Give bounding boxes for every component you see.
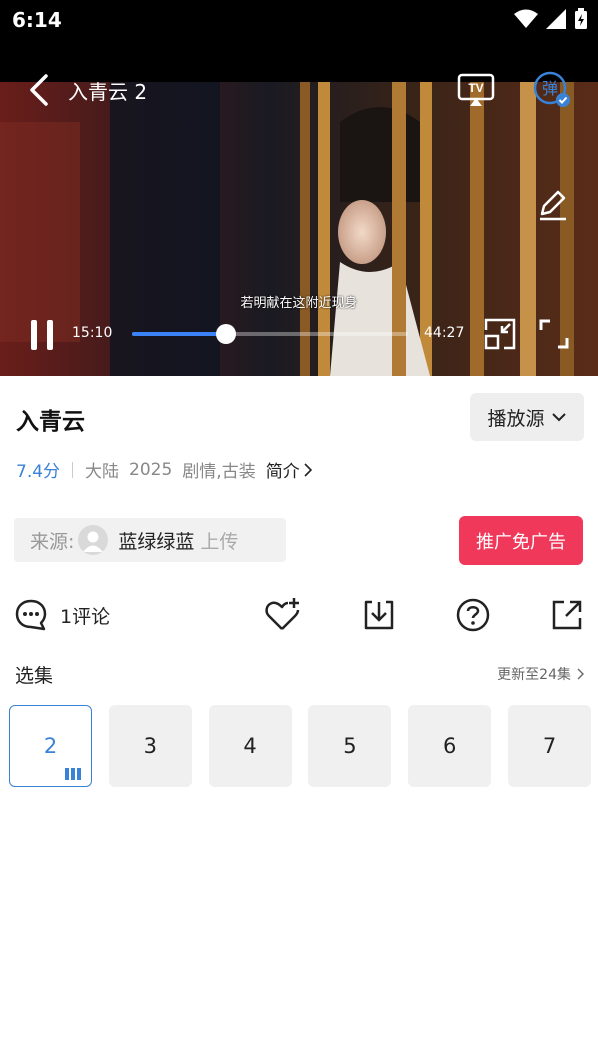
episode-item[interactable]: 3 bbox=[108, 705, 192, 787]
all-episodes-link[interactable]: 更新至24集 bbox=[497, 664, 584, 684]
share-button[interactable] bbox=[550, 594, 584, 636]
intro-label: 简介 bbox=[265, 462, 300, 482]
chevron-right-icon bbox=[577, 668, 584, 680]
comment-count: 1评论 bbox=[60, 605, 111, 628]
uploader-suffix: 上传 bbox=[200, 530, 239, 553]
show-title: 入青云 bbox=[16, 409, 85, 435]
cellular-signal-icon bbox=[546, 9, 566, 29]
battery-charging-icon bbox=[575, 8, 587, 29]
intro-link[interactable]: 简介 bbox=[266, 457, 312, 482]
play-source-label: 播放源 bbox=[487, 407, 545, 430]
tv-cast-icon: TV bbox=[457, 73, 495, 106]
fullscreen-button[interactable] bbox=[538, 318, 570, 350]
fullscreen-icon bbox=[539, 319, 569, 349]
genres: 剧情,古装 bbox=[182, 462, 256, 482]
episode-number: 4 bbox=[243, 734, 257, 758]
svg-text:TV: TV bbox=[468, 81, 483, 95]
action-bar: 1评论 bbox=[0, 594, 598, 636]
region: 大陆 bbox=[85, 462, 120, 482]
cast-tv-button[interactable]: TV bbox=[456, 72, 496, 108]
playing-indicator-icon bbox=[65, 768, 81, 780]
pause-icon bbox=[31, 320, 53, 350]
current-time: 15:10 bbox=[72, 325, 113, 341]
progress-thumb[interactable] bbox=[215, 324, 236, 344]
download-button[interactable] bbox=[361, 594, 397, 636]
meta-divider bbox=[72, 461, 74, 478]
total-time: 44:27 bbox=[424, 325, 465, 341]
chevron-down-icon bbox=[551, 413, 566, 422]
episode-item[interactable]: 5 bbox=[308, 705, 392, 787]
episodes-header: 选集 bbox=[15, 665, 54, 687]
pip-button[interactable] bbox=[484, 318, 516, 350]
svg-text:弹: 弹 bbox=[542, 79, 558, 98]
comment-button[interactable]: 1评论 bbox=[14, 594, 110, 636]
danmu-icon: 弹 bbox=[533, 71, 570, 107]
episode-item[interactable]: 6 bbox=[408, 705, 492, 787]
help-button[interactable] bbox=[455, 594, 491, 636]
user-avatar-icon bbox=[83, 531, 104, 552]
play-source-button[interactable]: 播放源 bbox=[470, 393, 584, 441]
video-subtitle: 若明献在这附近现身 bbox=[240, 296, 358, 311]
share-icon bbox=[552, 600, 582, 630]
question-icon bbox=[456, 598, 490, 632]
status-bar: 6:14 bbox=[0, 0, 598, 40]
status-time: 6:14 bbox=[12, 8, 62, 32]
favorite-button[interactable] bbox=[264, 594, 302, 636]
episode-item[interactable]: 4 bbox=[208, 705, 292, 787]
show-meta: 7.4分 大陆 2025 剧情,古装 简介 bbox=[16, 457, 312, 482]
episode-list: 2 3 4 5 6 7 bbox=[9, 705, 598, 787]
chevron-right-icon bbox=[304, 462, 312, 477]
back-arrow-icon[interactable] bbox=[24, 72, 56, 108]
remove-ads-button[interactable]: 推广免广告 bbox=[459, 516, 583, 565]
status-icons bbox=[514, 8, 588, 30]
uploader-name: 蓝绿绿蓝 bbox=[118, 530, 195, 553]
player-controls: 15:10 44:27 bbox=[0, 310, 598, 360]
video-player[interactable]: 入青云 2 TV 弹 若明献在这附近现身 15:10 44:27 bbox=[0, 40, 598, 376]
update-status: 更新至24集 bbox=[497, 667, 571, 683]
progress-fill bbox=[132, 332, 226, 336]
year: 2025 bbox=[129, 459, 173, 480]
danmu-toggle-button[interactable]: 弹 bbox=[532, 70, 572, 110]
episode-item[interactable]: 7 bbox=[508, 705, 591, 787]
danmu-edit-button[interactable] bbox=[536, 188, 570, 222]
uploader-info[interactable]: 来源: 蓝绿绿蓝 上传 bbox=[14, 518, 286, 562]
wifi-icon bbox=[514, 9, 538, 28]
avatar bbox=[78, 525, 109, 555]
picture-in-picture-icon bbox=[484, 318, 516, 350]
pencil-icon bbox=[540, 190, 566, 221]
pause-button[interactable] bbox=[28, 318, 56, 352]
comment-icon bbox=[15, 599, 47, 631]
episode-number: 5 bbox=[343, 734, 357, 758]
download-icon bbox=[364, 600, 394, 630]
video-title: 入青云 2 bbox=[68, 80, 148, 104]
episode-item[interactable]: 2 bbox=[9, 705, 92, 787]
episode-number: 2 bbox=[43, 734, 58, 758]
score: 7.4分 bbox=[16, 462, 61, 482]
episode-number: 3 bbox=[143, 734, 157, 758]
episode-number: 7 bbox=[542, 734, 557, 758]
heart-add-icon bbox=[265, 598, 300, 630]
player-top-bar: 入青云 2 TV 弹 bbox=[0, 68, 598, 112]
uploader-label: 来源: bbox=[30, 530, 75, 553]
episode-number: 6 bbox=[443, 734, 457, 758]
progress-bar[interactable] bbox=[132, 324, 408, 344]
